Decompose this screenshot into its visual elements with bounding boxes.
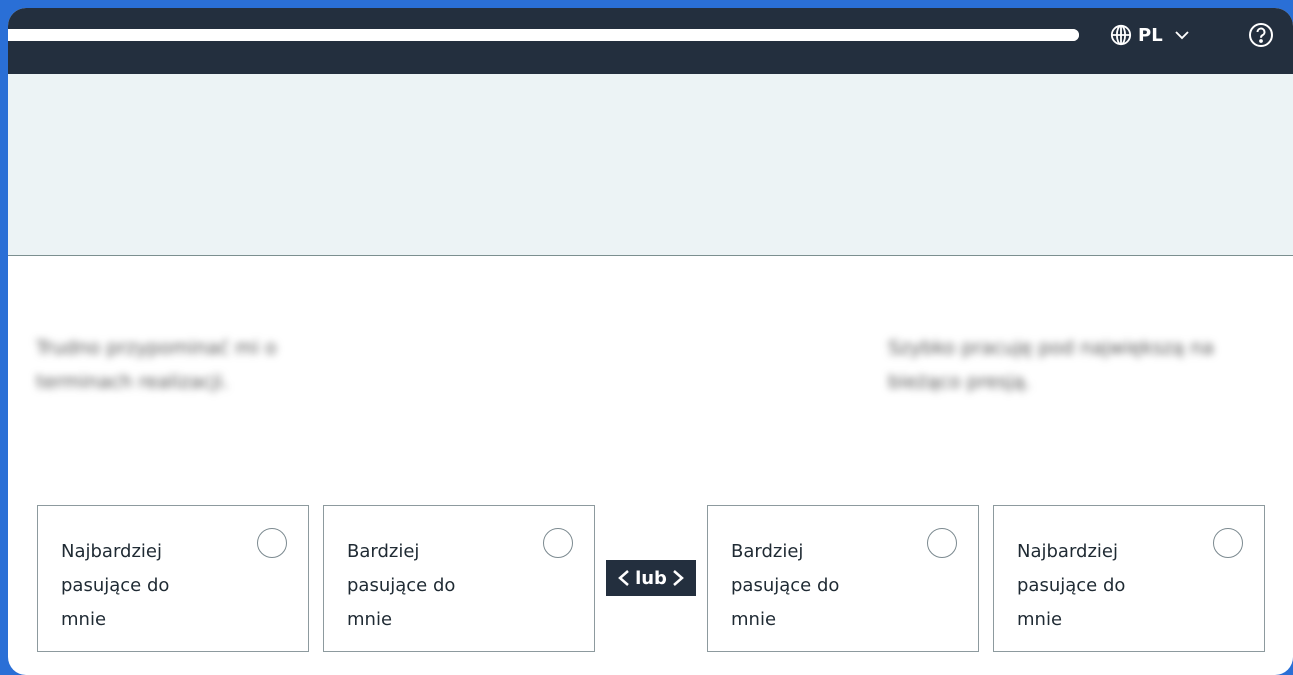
statement-left: Trudno przypominać mi o terminach realiz… bbox=[36, 337, 277, 393]
option-label: Bardziej pasujące do mnie bbox=[347, 541, 456, 630]
radio-button[interactable] bbox=[543, 528, 573, 558]
option-label: Bardziej pasujące do mnie bbox=[731, 541, 840, 630]
language-selector[interactable]: PL bbox=[1110, 21, 1191, 49]
radio-button[interactable] bbox=[257, 528, 287, 558]
or-label: lub bbox=[635, 567, 667, 589]
app-window: PL Trudno przypominać mi o terminach rea… bbox=[8, 8, 1293, 675]
option-label: Najbardziej pasujące do mnie bbox=[61, 541, 170, 630]
or-separator: lub bbox=[606, 560, 696, 596]
chevron-right-icon bbox=[673, 570, 684, 586]
option-card-3[interactable]: Bardziej pasujące do mnie bbox=[707, 505, 979, 652]
language-code: PL bbox=[1138, 24, 1163, 46]
chevron-down-icon bbox=[1175, 31, 1189, 40]
radio-button[interactable] bbox=[927, 528, 957, 558]
top-bar: PL bbox=[8, 8, 1293, 74]
progress-bar bbox=[8, 29, 1079, 41]
option-card-1[interactable]: Najbardziej pasujące do mnie bbox=[37, 505, 309, 652]
radio-button[interactable] bbox=[1213, 528, 1243, 558]
help-circle-icon[interactable] bbox=[1248, 22, 1274, 48]
statement-right: Szybko pracuję pod największą na bieżąco… bbox=[888, 337, 1214, 393]
progress-fill bbox=[8, 29, 1079, 41]
option-card-2[interactable]: Bardziej pasujące do mnie bbox=[323, 505, 595, 652]
hero-banner bbox=[8, 74, 1293, 256]
chevron-left-icon bbox=[618, 570, 629, 586]
option-card-4[interactable]: Najbardziej pasujące do mnie bbox=[993, 505, 1265, 652]
globe-icon bbox=[1110, 24, 1132, 46]
option-label: Najbardziej pasujące do mnie bbox=[1017, 541, 1126, 630]
